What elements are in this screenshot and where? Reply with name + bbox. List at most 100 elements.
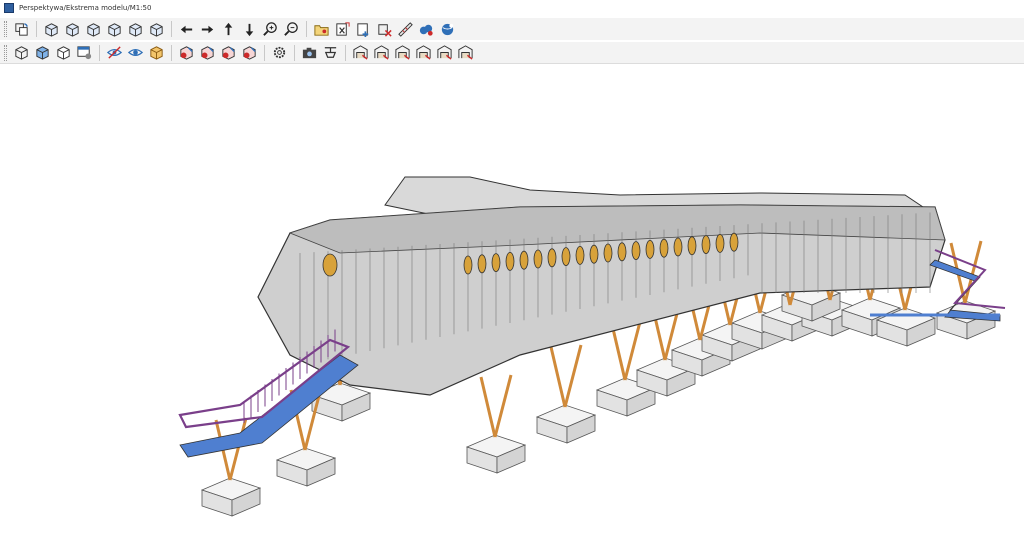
drone-icon xyxy=(324,47,336,58)
cube-iso-4-button[interactable] xyxy=(104,19,124,39)
open-model-button[interactable] xyxy=(311,19,331,39)
filter-red-1-icon xyxy=(179,46,193,60)
arrow-right-button[interactable] xyxy=(197,19,217,39)
window xyxy=(729,232,739,252)
cube-iso-6-button[interactable] xyxy=(146,19,166,39)
cube-iso-2-button[interactable] xyxy=(62,19,82,39)
filter-red-3-button[interactable] xyxy=(218,43,238,63)
filter-red-2-button[interactable] xyxy=(197,43,217,63)
delete-model-button[interactable] xyxy=(374,19,394,39)
support-leg xyxy=(493,374,513,438)
show-icon xyxy=(127,49,143,56)
window xyxy=(477,254,487,274)
structure-5-button[interactable] xyxy=(434,43,454,63)
app-logo-icon xyxy=(4,3,14,13)
cube-iso-2-icon xyxy=(65,22,79,37)
solid-cube-button[interactable] xyxy=(32,43,52,63)
window xyxy=(491,253,501,273)
structure-1-button[interactable] xyxy=(350,43,370,63)
arrow-up-button[interactable] xyxy=(218,19,238,39)
window xyxy=(575,245,585,265)
structure-3-button[interactable] xyxy=(392,43,412,63)
window xyxy=(687,236,697,256)
arrow-up-icon xyxy=(224,22,232,35)
toolbar-grip[interactable] xyxy=(4,21,7,37)
window xyxy=(659,238,669,258)
hide-icon xyxy=(106,46,122,59)
structure-3-icon xyxy=(394,45,410,60)
rotate-view-icon xyxy=(14,22,28,36)
foundation-block xyxy=(465,434,527,474)
drone-button[interactable] xyxy=(320,43,340,63)
arrow-down-button[interactable] xyxy=(239,19,259,39)
measure-button[interactable] xyxy=(395,19,415,39)
view-settings-button[interactable] xyxy=(74,43,94,63)
open-model-icon xyxy=(313,24,329,36)
select-object-button[interactable] xyxy=(146,43,166,63)
structure-6-button[interactable] xyxy=(455,43,475,63)
window xyxy=(603,243,613,263)
arrow-down-icon xyxy=(245,23,253,36)
window xyxy=(617,242,627,262)
filter-red-1-button[interactable] xyxy=(176,43,196,63)
cube-iso-3-button[interactable] xyxy=(83,19,103,39)
cube-iso-5-button[interactable] xyxy=(125,19,145,39)
camera-button[interactable] xyxy=(299,43,319,63)
cube-iso-1-button[interactable] xyxy=(41,19,61,39)
filter-red-2-icon xyxy=(200,46,214,60)
gear-icon xyxy=(273,46,285,59)
filter-red-4-button[interactable] xyxy=(239,43,259,63)
add-model-button[interactable] xyxy=(353,19,373,39)
foundation-block xyxy=(200,477,262,517)
structure-2-button[interactable] xyxy=(371,43,391,63)
filter-red-3-icon xyxy=(221,46,235,60)
arrow-right-icon xyxy=(201,25,213,33)
zoom-out-button[interactable] xyxy=(281,19,301,39)
wireframe-cube-icon xyxy=(14,46,28,60)
wireframe-cube-button[interactable] xyxy=(11,43,31,63)
export-x-icon xyxy=(335,21,350,36)
toolbar-separator xyxy=(306,21,307,37)
window xyxy=(463,255,473,275)
window xyxy=(322,253,338,277)
cube-iso-6-icon xyxy=(149,22,163,37)
gear-button[interactable] xyxy=(269,43,289,63)
solid-cube-icon xyxy=(35,46,49,60)
structure-6-icon xyxy=(457,45,473,60)
hidden-cube-icon xyxy=(56,46,70,60)
toolbar-separator xyxy=(294,44,295,61)
toolbar-separator xyxy=(36,21,37,37)
model-3d-view[interactable] xyxy=(0,65,1024,540)
support-leg xyxy=(479,376,497,438)
cube-iso-3-icon xyxy=(86,22,100,37)
foundation-block xyxy=(275,447,337,487)
app-window: Perspektywa/Ekstrema modelu/M1:50 xyxy=(0,0,1024,540)
structure-4-button[interactable] xyxy=(413,43,433,63)
show-button[interactable] xyxy=(125,43,145,63)
camera-icon xyxy=(302,47,316,59)
measure-icon xyxy=(397,21,413,37)
hidden-cube-button[interactable] xyxy=(53,43,73,63)
globe-button[interactable] xyxy=(437,19,457,39)
cloud-model-button[interactable] xyxy=(416,19,436,39)
toolbar-grip[interactable] xyxy=(4,44,7,61)
arrow-left-button[interactable] xyxy=(176,19,196,39)
hide-button[interactable] xyxy=(104,43,124,63)
structure-5-icon xyxy=(436,45,452,60)
rotate-view-button[interactable] xyxy=(11,19,31,39)
structure-4-icon xyxy=(415,45,431,60)
zoom-in-button[interactable] xyxy=(260,19,280,39)
toolbar-display xyxy=(0,42,1024,64)
export-x-button[interactable] xyxy=(332,19,352,39)
toolbar-separator xyxy=(171,44,172,61)
cube-iso-5-icon xyxy=(128,22,142,37)
filter-red-4-icon xyxy=(242,46,256,60)
select-object-icon xyxy=(149,46,163,60)
title-bar: Perspektywa/Ekstrema modelu/M1:50 xyxy=(0,0,1024,16)
support-leg xyxy=(549,346,567,408)
cloud-model-icon xyxy=(419,24,433,36)
window xyxy=(673,237,683,257)
toolbar-separator xyxy=(264,44,265,61)
model-viewport[interactable] xyxy=(0,65,1024,540)
zoom-out-icon xyxy=(283,21,298,36)
